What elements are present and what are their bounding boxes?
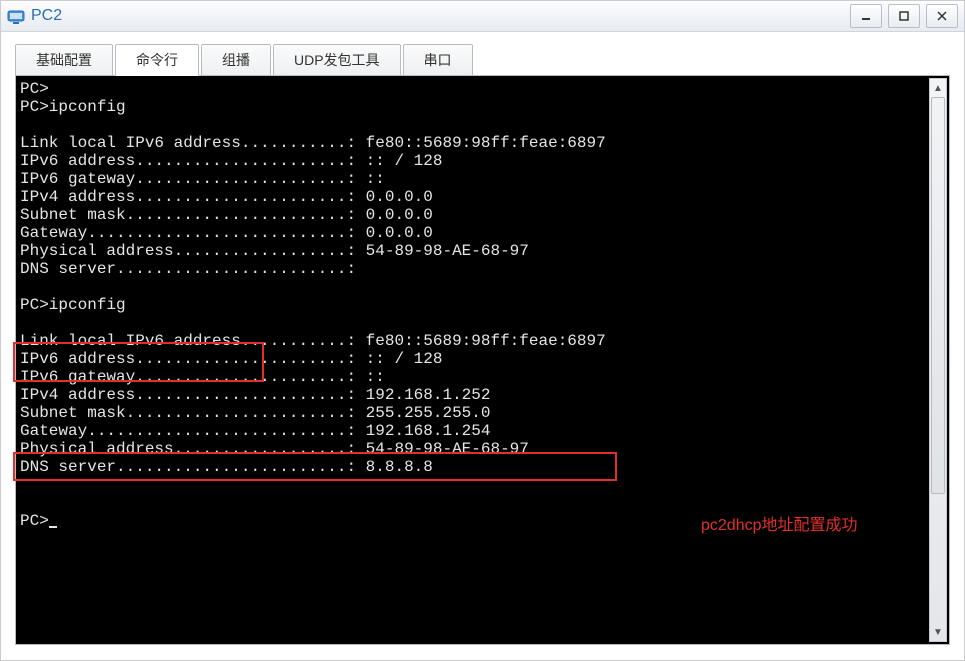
tab-command-line[interactable]: 命令行 [115, 44, 199, 76]
terminal-output[interactable]: PC> PC>ipconfig Link local IPv6 address.… [16, 76, 949, 644]
tab-multicast[interactable]: 组播 [201, 44, 271, 76]
scroll-down-arrow[interactable]: ▼ [930, 623, 946, 641]
tab-udp-tool[interactable]: UDP发包工具 [273, 44, 401, 76]
minimize-button[interactable] [850, 4, 882, 28]
vertical-scrollbar[interactable]: ▲ ▼ [929, 78, 947, 642]
maximize-button[interactable] [888, 4, 920, 28]
tab-serial[interactable]: 串口 [403, 44, 473, 76]
tab-basic-config[interactable]: 基础配置 [15, 44, 113, 76]
window-controls [850, 4, 962, 28]
close-button[interactable] [926, 4, 958, 28]
app-icon [7, 7, 25, 25]
scroll-thumb[interactable] [931, 97, 945, 494]
window-title: PC2 [31, 7, 62, 25]
tab-bar: 基础配置 命令行 组播 UDP发包工具 串口 [15, 44, 950, 76]
window-titlebar: PC2 [1, 1, 964, 32]
scroll-up-arrow[interactable]: ▲ [930, 79, 946, 97]
content-area: 基础配置 命令行 组播 UDP发包工具 串口 PC> PC>ipconfig L… [1, 32, 964, 661]
title-left: PC2 [7, 7, 62, 25]
scroll-track[interactable] [930, 97, 946, 623]
terminal-container: PC> PC>ipconfig Link local IPv6 address.… [15, 75, 950, 645]
